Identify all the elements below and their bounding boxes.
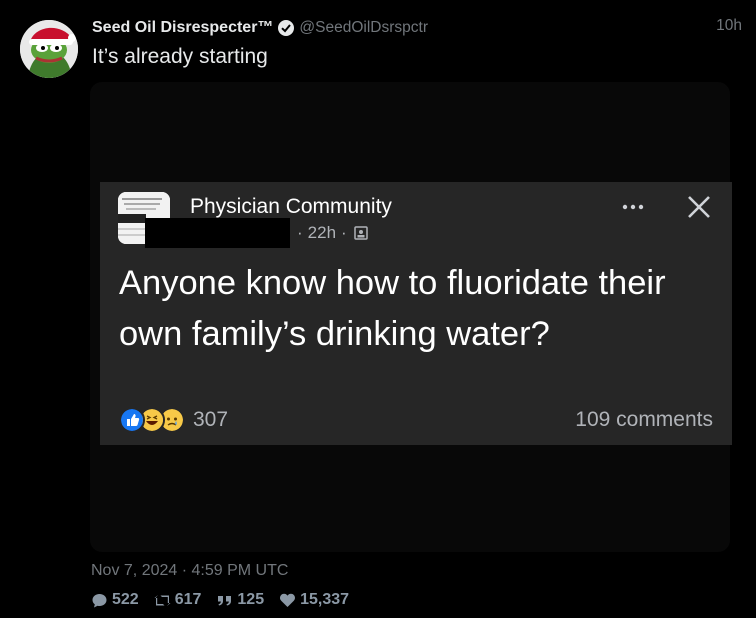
redacted-author-bar bbox=[145, 218, 290, 248]
post-meta: · 22h · bbox=[292, 223, 368, 243]
verified-badge-icon bbox=[278, 20, 295, 36]
close-icon[interactable] bbox=[684, 192, 714, 222]
tweet: Seed Oil Disrespecter™ @SeedOilDsrspctr … bbox=[0, 0, 756, 618]
meta-dot: · bbox=[341, 223, 347, 242]
tweet-stats: 522 617 125 15,337 bbox=[91, 591, 364, 609]
likes-count: 15,337 bbox=[300, 591, 350, 608]
members-only-icon bbox=[353, 226, 368, 240]
embedded-post: Physician Community · 22h · Anyone know … bbox=[100, 182, 732, 445]
more-options-icon[interactable] bbox=[618, 194, 648, 220]
timestamp[interactable]: 10h bbox=[716, 17, 742, 35]
group-name[interactable]: Physician Community bbox=[190, 195, 392, 219]
reactions[interactable]: 307 bbox=[119, 406, 228, 434]
display-name[interactable]: Seed Oil Disrespecter™ bbox=[92, 19, 273, 37]
tweet-date[interactable]: Nov 7, 2024 · 4:59 PM UTC bbox=[91, 562, 288, 580]
comments-count[interactable]: 109 comments bbox=[575, 408, 713, 432]
quotes-count: 125 bbox=[237, 591, 265, 608]
tweet-text: It’s already starting bbox=[92, 45, 268, 68]
post-text: Anyone know how to fluoridate their own … bbox=[119, 264, 666, 353]
avatar[interactable] bbox=[20, 20, 78, 78]
quote-icon bbox=[218, 595, 232, 605]
likes-stat[interactable]: 15,337 bbox=[279, 591, 349, 609]
tweet-header: Seed Oil Disrespecter™ @SeedOilDsrspctr bbox=[92, 17, 428, 39]
replies-stat[interactable]: 522 bbox=[91, 591, 139, 609]
retweets-count: 617 bbox=[174, 591, 202, 608]
retweet-icon bbox=[154, 594, 171, 606]
reply-bubble-icon bbox=[92, 593, 107, 607]
handle[interactable]: @SeedOilDsrspctr bbox=[299, 19, 428, 37]
meta-dot: · bbox=[297, 223, 303, 242]
replies-count: 522 bbox=[112, 591, 139, 608]
heart-icon bbox=[280, 593, 296, 607]
quotes-stat[interactable]: 125 bbox=[216, 591, 264, 609]
retweets-stat[interactable]: 617 bbox=[154, 591, 202, 609]
pepe-santa-avatar-icon bbox=[20, 20, 78, 78]
post-time: 22h bbox=[307, 223, 337, 242]
reaction-count: 307 bbox=[193, 408, 229, 431]
like-reaction-icon bbox=[119, 407, 145, 433]
